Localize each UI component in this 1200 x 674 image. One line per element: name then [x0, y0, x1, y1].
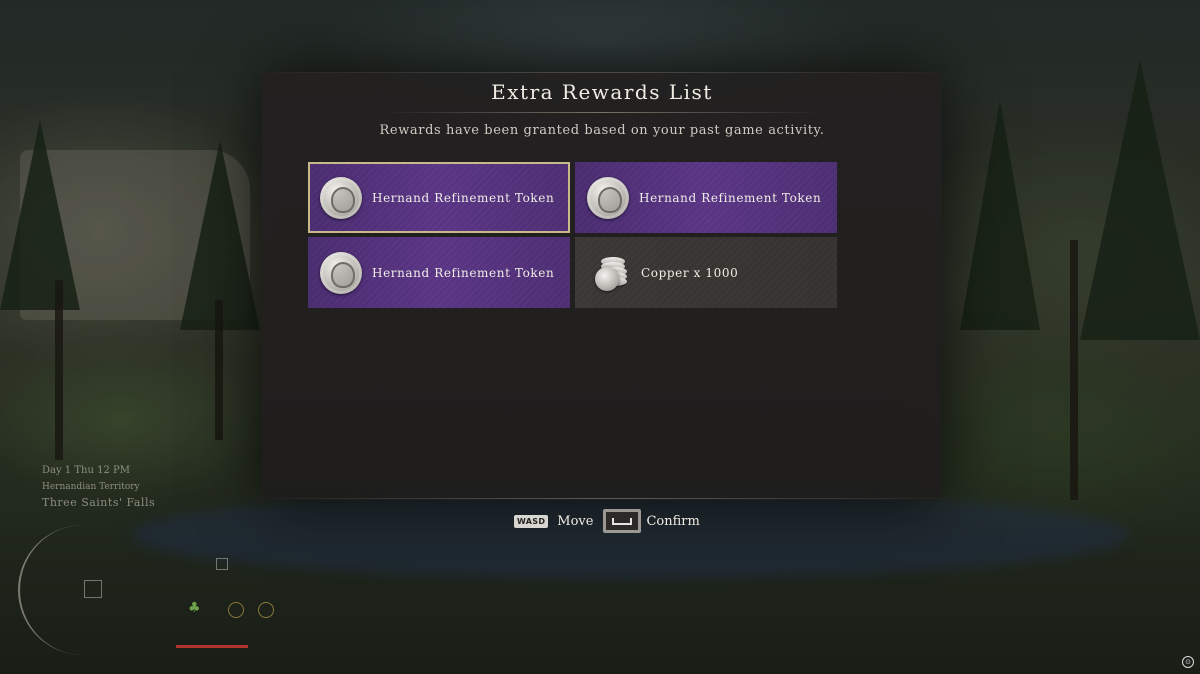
stamina-icon: ♣	[188, 600, 201, 616]
minimap-compass	[18, 525, 148, 655]
settings-icon[interactable]: ⊙	[1182, 656, 1194, 668]
refinement-token-icon	[320, 251, 362, 294]
reward-name: Hernand Refinement Token	[372, 265, 555, 280]
refinement-token-icon	[587, 176, 629, 219]
skill-slot-icon	[258, 602, 274, 618]
game-time: Day 1 Thu 12 PM	[42, 465, 130, 476]
reward-card[interactable]: Hernand Refinement Token	[308, 162, 570, 233]
refinement-token-icon	[320, 176, 362, 219]
reward-name: Hernand Refinement Token	[372, 190, 555, 205]
dialog-subtitle: Rewards have been granted based on your …	[379, 123, 825, 138]
location-info: Day 1 Thu 12 PM Hernandian Territory Thr…	[42, 463, 155, 511]
reward-name: Copper x 1000	[641, 265, 739, 280]
region-name: Hernandian Territory	[42, 482, 140, 492]
space-key-icon[interactable]	[603, 509, 642, 533]
menu-icon	[216, 558, 228, 570]
reward-card[interactable]: Copper x 1000	[575, 237, 837, 308]
reward-card[interactable]: Hernand Refinement Token	[575, 162, 837, 233]
footer-divider	[250, 498, 970, 499]
reward-name: Hernand Refinement Token	[639, 190, 822, 205]
controls-hint: WASD Move Confirm	[514, 509, 700, 533]
skill-slot-icon	[228, 602, 244, 618]
title-divider	[382, 112, 822, 113]
dialog-title: Extra Rewards List	[491, 80, 713, 104]
confirm-label[interactable]: Confirm	[646, 514, 699, 529]
location-name: Three Saints' Falls	[42, 496, 156, 509]
reward-card[interactable]: Hernand Refinement Token	[308, 237, 570, 308]
wasd-key-icon: WASD	[514, 514, 549, 528]
health-bar	[176, 645, 248, 648]
move-label: Move	[557, 513, 594, 529]
map-icon	[84, 580, 102, 598]
copper-coins-icon	[587, 251, 631, 295]
